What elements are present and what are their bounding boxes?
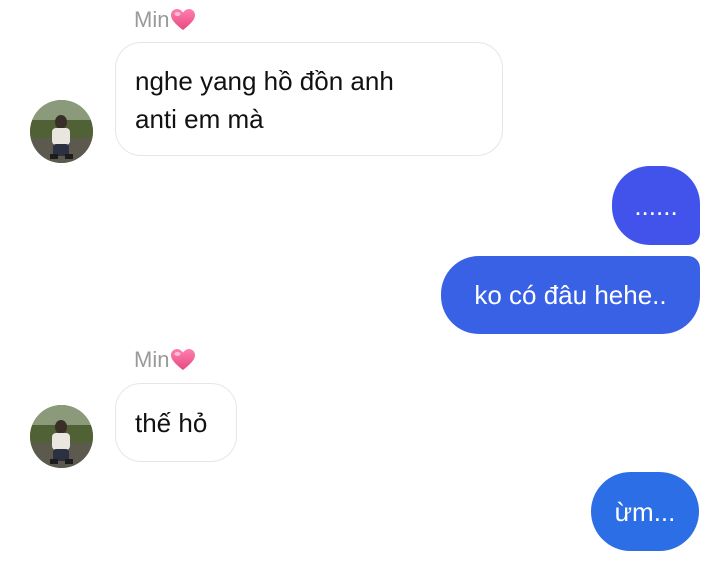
message-text: ừm... <box>614 496 676 527</box>
message-bubble-incoming[interactable]: thế hỏ <box>115 383 237 462</box>
pink-heart-icon <box>170 348 196 372</box>
message-text: ...... <box>634 190 678 221</box>
message-bubble-outgoing[interactable]: ko có đâu hehe.. <box>441 256 700 334</box>
sender-name-text: Min <box>134 347 170 372</box>
pink-heart-icon <box>170 8 196 32</box>
message-bubble-outgoing[interactable]: ...... <box>612 166 700 245</box>
message-text: nghe yang hồ đồn anh anti em mà <box>135 66 394 134</box>
avatar-photo <box>30 405 93 468</box>
message-text: ko có đâu hehe.. <box>474 280 667 310</box>
message-text: thế hỏ <box>135 408 208 438</box>
sender-name-min: Min <box>134 348 196 372</box>
avatar[interactable] <box>30 100 93 163</box>
sender-name-min: Min <box>134 8 196 32</box>
avatar[interactable] <box>30 405 93 468</box>
message-bubble-incoming[interactable]: nghe yang hồ đồn anh anti em mà <box>115 42 503 156</box>
sender-name-text: Min <box>134 7 170 32</box>
avatar-photo <box>30 100 93 163</box>
message-bubble-outgoing[interactable]: ừm... <box>591 472 699 551</box>
